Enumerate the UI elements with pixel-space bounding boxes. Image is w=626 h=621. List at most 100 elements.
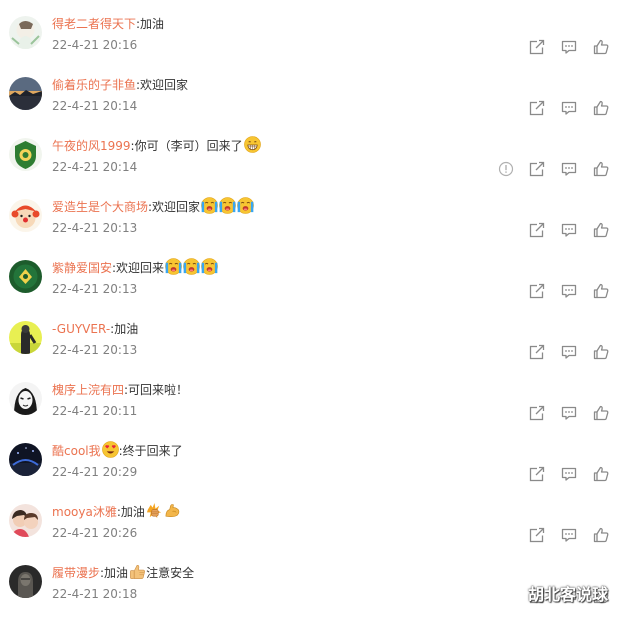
share-icon[interactable]: [529, 222, 545, 238]
avatar[interactable]: [9, 199, 42, 232]
comment-icon[interactable]: [561, 39, 577, 55]
comment-username[interactable]: -GUYVER-: [52, 322, 110, 336]
cry-emoji: [237, 197, 254, 214]
like-icon[interactable]: [593, 161, 609, 177]
comment-username[interactable]: 偷着乐的子非鱼: [52, 78, 136, 92]
comment-username[interactable]: mooya沐雅: [52, 505, 117, 519]
like-icon[interactable]: [593, 222, 609, 238]
share-icon[interactable]: [529, 283, 545, 299]
comment-text: :欢迎回来: [112, 261, 165, 275]
comment-time: 22-4-21 20:13: [52, 343, 138, 357]
comment-icon[interactable]: [561, 527, 577, 543]
heart-eyes-emoji: [101, 441, 119, 458]
comment-item: 槐序上浣有四:可回来啦！ 22-4-21 20:11: [0, 378, 626, 438]
comment-line: -GUYVER-:加油: [52, 319, 138, 339]
cry-emoji: [219, 197, 236, 214]
avatar[interactable]: [9, 16, 42, 49]
avatar[interactable]: [9, 77, 42, 110]
comment-username[interactable]: 履带漫步: [52, 566, 100, 580]
comment-line: 爱造生是个大商场:欢迎回家: [52, 197, 254, 217]
comment-time: 22-4-21 20:11: [52, 404, 138, 418]
comment-icon[interactable]: [561, 283, 577, 299]
comment-line: 槐序上浣有四:可回来啦！: [52, 380, 188, 400]
comment-line: 紫静爱国安:欢迎回来: [52, 258, 218, 278]
share-icon[interactable]: [529, 161, 545, 177]
avatar[interactable]: [9, 565, 42, 598]
comment-username[interactable]: 得老二者得天下: [52, 17, 136, 31]
like-icon[interactable]: [593, 527, 609, 543]
comment-item: 爱造生是个大商场:欢迎回家 22-4-21 20:13: [0, 195, 626, 255]
comment-item: 酷cool我 :终于回来了 22-4-21 20:29: [0, 439, 626, 499]
comment-text: :欢迎回家: [136, 78, 189, 92]
comment-item: mooya沐雅:加油 22-4-21 20:26: [0, 500, 626, 560]
like-icon[interactable]: [593, 100, 609, 116]
fist-emoji: [146, 502, 163, 519]
comment-icon[interactable]: [561, 405, 577, 421]
comment-username[interactable]: 爱造生是个大商场: [52, 200, 148, 214]
comment-line: 酷cool我 :终于回来了: [52, 441, 183, 461]
cry-emoji: [183, 258, 200, 275]
comment-username[interactable]: 酷cool我: [52, 444, 101, 458]
share-icon[interactable]: [529, 39, 545, 55]
comment-time: 22-4-21 20:14: [52, 160, 138, 174]
comment-icon[interactable]: [561, 222, 577, 238]
comment-line: 履带漫步:加油 注意安全: [52, 563, 194, 583]
share-icon[interactable]: [529, 344, 545, 360]
avatar[interactable]: [9, 138, 42, 171]
comment-text-after: 注意安全: [146, 566, 195, 580]
avatar[interactable]: [9, 382, 42, 415]
like-icon[interactable]: [593, 283, 609, 299]
comment-item: 紫静爱国安:欢迎回来 22-4-21 20:13: [0, 256, 626, 316]
avatar[interactable]: [9, 321, 42, 354]
comment-line: 午夜的风1999:你可（李可）回来了: [52, 136, 261, 156]
comment-text: :可回来啦！: [124, 383, 189, 397]
comment-time: 22-4-21 20:13: [52, 282, 138, 296]
comment-time: 22-4-21 20:16: [52, 38, 138, 52]
comment-text: :终于回来了: [118, 444, 183, 458]
comment-text: :欢迎回家: [148, 200, 201, 214]
comment-icon[interactable]: [561, 161, 577, 177]
comment-text: :加油: [136, 17, 165, 31]
like-icon[interactable]: [593, 466, 609, 482]
comment-line: 偷着乐的子非鱼:欢迎回家: [52, 75, 188, 95]
comment-time: 22-4-21 20:18: [52, 587, 138, 601]
avatar[interactable]: [9, 443, 42, 476]
comment-username[interactable]: 槐序上浣有四: [52, 383, 124, 397]
comment-username[interactable]: 紫静爱国安: [52, 261, 112, 275]
comment-item: 午夜的风1999:你可（李可）回来了 22-4-21 20:14: [0, 134, 626, 194]
like-icon[interactable]: [593, 344, 609, 360]
comment-icon[interactable]: [561, 100, 577, 116]
comment-icon[interactable]: [561, 466, 577, 482]
comment-text: :加油: [110, 322, 139, 336]
comment-text: :加油: [116, 505, 145, 519]
avatar[interactable]: [9, 260, 42, 293]
watermark: 胡北客说球: [528, 585, 609, 604]
comment-text: :加油: [100, 566, 129, 580]
thumbs-up-emoji: [129, 563, 146, 580]
cry-emoji: [201, 197, 218, 214]
cry-emoji: [165, 258, 182, 275]
share-icon[interactable]: [529, 405, 545, 421]
comment-username[interactable]: 午夜的风1999: [52, 139, 131, 153]
cry-emoji: [201, 258, 218, 275]
muscle-emoji: [164, 502, 181, 519]
comment-text: :你可（李可）回来了: [130, 139, 243, 153]
like-icon[interactable]: [593, 405, 609, 421]
comment-time: 22-4-21 20:14: [52, 99, 138, 113]
share-icon[interactable]: [529, 527, 545, 543]
share-icon[interactable]: [529, 100, 545, 116]
comment-item: 偷着乐的子非鱼:欢迎回家 22-4-21 20:14: [0, 73, 626, 133]
comment-line: mooya沐雅:加油: [52, 502, 181, 522]
comment-icon[interactable]: [561, 344, 577, 360]
comment-item: 得老二者得天下:加油 22-4-21 20:16: [0, 12, 626, 72]
grin-emoji: [243, 136, 261, 153]
comment-time: 22-4-21 20:26: [52, 526, 138, 540]
avatar[interactable]: [9, 504, 42, 537]
share-icon[interactable]: [529, 466, 545, 482]
comment-time: 22-4-21 20:13: [52, 221, 138, 235]
like-icon[interactable]: [593, 39, 609, 55]
comment-item: -GUYVER-:加油 22-4-21 20:13: [0, 317, 626, 377]
comment-line: 得老二者得天下:加油: [52, 14, 164, 34]
report-icon[interactable]: [498, 161, 514, 177]
comment-time: 22-4-21 20:29: [52, 465, 138, 479]
